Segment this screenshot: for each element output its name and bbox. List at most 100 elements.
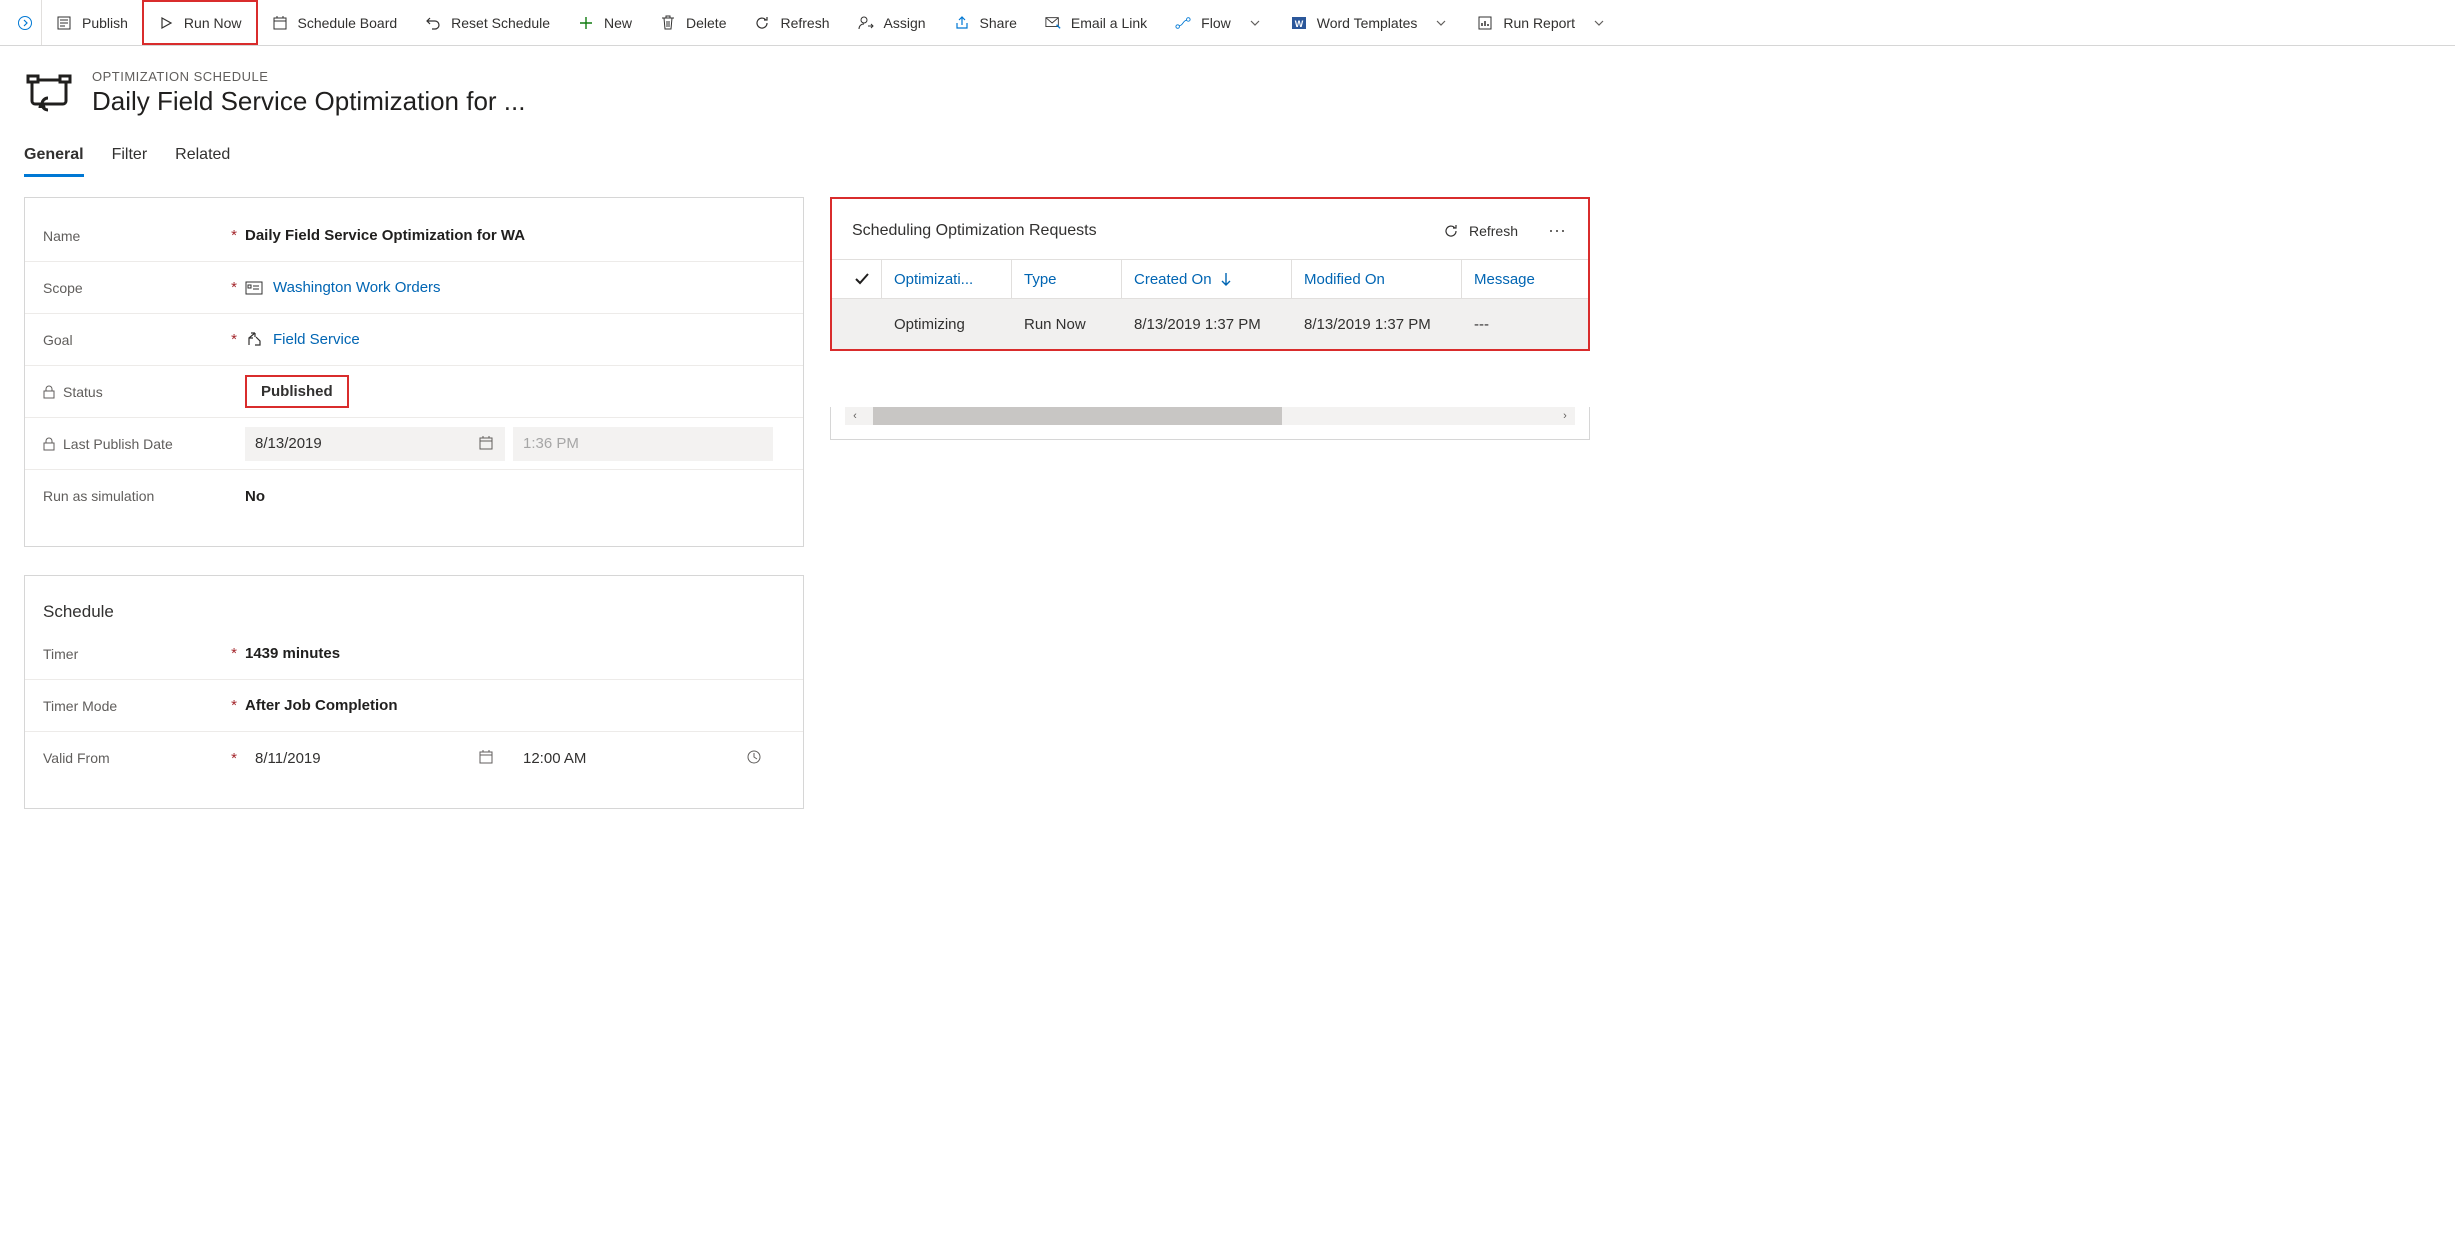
field-goal: Goal * Field Service bbox=[25, 314, 803, 366]
subgrid-header-row: Optimizati... Type Created On Modified O… bbox=[832, 259, 1588, 299]
publish-button[interactable]: Publish bbox=[42, 0, 142, 45]
lock-icon bbox=[43, 437, 57, 451]
chevron-down-icon bbox=[1591, 15, 1607, 31]
publish-label: Publish bbox=[82, 15, 128, 31]
col-optimization[interactable]: Optimizati... bbox=[882, 260, 1012, 298]
publish-icon bbox=[56, 15, 72, 31]
tab-general[interactable]: General bbox=[24, 146, 84, 177]
field-timer-mode-value[interactable]: After Job Completion bbox=[245, 697, 785, 714]
scroll-left-arrow[interactable]: ‹ bbox=[845, 407, 865, 425]
field-timer-value[interactable]: 1439 minutes bbox=[245, 645, 785, 662]
valid-from-time-input[interactable]: 12:00 AM bbox=[513, 741, 773, 775]
field-run-sim-value[interactable]: No bbox=[245, 488, 785, 505]
assign-button[interactable]: Assign bbox=[844, 0, 940, 45]
email-icon bbox=[1045, 15, 1061, 31]
chevron-down-icon bbox=[1433, 15, 1449, 31]
command-bar: Publish Run Now Schedule Board Reset Sch… bbox=[0, 0, 2455, 46]
col-created-on[interactable]: Created On bbox=[1122, 260, 1292, 298]
share-icon bbox=[954, 15, 970, 31]
field-name: Name * Daily Field Service Optimization … bbox=[25, 210, 803, 262]
subgrid-refresh-button[interactable]: Refresh bbox=[1437, 219, 1524, 243]
clock-icon bbox=[747, 750, 763, 766]
subgrid-row[interactable]: Optimizing Run Now 8/13/2019 1:37 PM 8/1… bbox=[832, 299, 1588, 349]
col-message[interactable]: Message bbox=[1462, 260, 1552, 298]
run-now-button[interactable]: Run Now bbox=[142, 0, 258, 45]
word-templates-button[interactable]: W Word Templates bbox=[1277, 0, 1464, 45]
field-timer-mode-label: Timer Mode bbox=[43, 698, 223, 714]
field-scope-label: Scope bbox=[43, 280, 223, 296]
last-publish-time-input[interactable]: 1:36 PM bbox=[513, 427, 773, 461]
field-last-publish-label: Last Publish Date bbox=[43, 436, 223, 452]
delete-button[interactable]: Delete bbox=[646, 0, 740, 45]
play-icon bbox=[158, 15, 174, 31]
share-button[interactable]: Share bbox=[940, 0, 1031, 45]
schedule-section-title: Schedule bbox=[25, 592, 803, 628]
run-now-label: Run Now bbox=[184, 15, 242, 31]
word-icon: W bbox=[1291, 15, 1307, 31]
field-status-label: Status bbox=[43, 384, 223, 400]
goal-link[interactable]: Field Service bbox=[273, 331, 360, 348]
scope-link[interactable]: Washington Work Orders bbox=[273, 279, 441, 296]
field-name-value[interactable]: Daily Field Service Optimization for WA bbox=[245, 227, 785, 244]
svg-text:W: W bbox=[1294, 19, 1303, 29]
field-run-as-simulation: Run as simulation No bbox=[25, 470, 803, 522]
run-report-label: Run Report bbox=[1503, 15, 1575, 31]
cell-created-on: 8/13/2019 1:37 PM bbox=[1122, 316, 1292, 333]
flow-button[interactable]: Flow bbox=[1161, 0, 1277, 45]
field-last-publish-date: Last Publish Date 8/13/2019 1:36 PM bbox=[25, 418, 803, 470]
col-type[interactable]: Type bbox=[1012, 260, 1122, 298]
lookup-entity-icon bbox=[245, 279, 263, 297]
refresh-icon bbox=[1443, 223, 1459, 239]
tab-filter[interactable]: Filter bbox=[112, 146, 148, 177]
calendar-icon bbox=[479, 750, 495, 766]
field-valid-from-label: Valid From bbox=[43, 750, 223, 766]
scroll-thumb[interactable] bbox=[873, 407, 1282, 425]
tab-related[interactable]: Related bbox=[175, 146, 230, 177]
general-section: Name * Daily Field Service Optimization … bbox=[24, 197, 804, 547]
delete-label: Delete bbox=[686, 15, 726, 31]
entity-name: OPTIMIZATION SCHEDULE bbox=[92, 69, 525, 84]
field-status-value: Published bbox=[245, 375, 785, 408]
horizontal-scrollbar[interactable]: ‹ › bbox=[845, 407, 1575, 425]
new-button[interactable]: New bbox=[564, 0, 646, 45]
email-link-label: Email a Link bbox=[1071, 15, 1147, 31]
field-timer-mode: Timer Mode * After Job Completion bbox=[25, 680, 803, 732]
email-link-button[interactable]: Email a Link bbox=[1031, 0, 1161, 45]
select-all-checkbox[interactable] bbox=[842, 260, 882, 298]
last-publish-date-input[interactable]: 8/13/2019 bbox=[245, 427, 505, 461]
cell-modified-on: 8/13/2019 1:37 PM bbox=[1292, 316, 1462, 333]
required-indicator: * bbox=[223, 697, 245, 714]
valid-from-date-input[interactable]: 8/11/2019 bbox=[245, 741, 505, 775]
scroll-right-arrow[interactable]: › bbox=[1555, 407, 1575, 425]
lookup-arrow-icon bbox=[245, 331, 263, 349]
field-goal-value[interactable]: Field Service bbox=[245, 331, 785, 349]
field-timer: Timer * 1439 minutes bbox=[25, 628, 803, 680]
required-indicator: * bbox=[223, 645, 245, 662]
required-indicator: * bbox=[223, 227, 245, 244]
reset-schedule-button[interactable]: Reset Schedule bbox=[411, 0, 564, 45]
col-modified-on[interactable]: Modified On bbox=[1292, 260, 1462, 298]
schedule-board-label: Schedule Board bbox=[298, 15, 398, 31]
form-body: Name * Daily Field Service Optimization … bbox=[0, 177, 2455, 839]
record-title: Daily Field Service Optimization for ... bbox=[92, 86, 525, 117]
run-report-button[interactable]: Run Report bbox=[1463, 0, 1621, 45]
share-label: Share bbox=[980, 15, 1017, 31]
field-status: Status Published bbox=[25, 366, 803, 418]
calendar-board-icon bbox=[272, 15, 288, 31]
plus-icon bbox=[578, 15, 594, 31]
assign-label: Assign bbox=[884, 15, 926, 31]
refresh-button[interactable]: Refresh bbox=[740, 0, 843, 45]
field-name-label: Name bbox=[43, 228, 223, 244]
refresh-icon bbox=[754, 15, 770, 31]
expand-commands-button[interactable] bbox=[8, 0, 42, 45]
cell-message: --- bbox=[1462, 316, 1552, 333]
form-tabs: General Filter Related bbox=[0, 124, 2455, 177]
schedule-board-button[interactable]: Schedule Board bbox=[258, 0, 412, 45]
field-scope-value[interactable]: Washington Work Orders bbox=[245, 279, 785, 297]
chevron-right-circle-icon bbox=[17, 15, 33, 31]
subgrid-table: Optimizati... Type Created On Modified O… bbox=[832, 259, 1588, 349]
subgrid-highlight: Scheduling Optimization Requests Refresh… bbox=[830, 197, 1590, 351]
cell-optimization: Optimizing bbox=[882, 316, 1012, 333]
word-templates-label: Word Templates bbox=[1317, 15, 1418, 31]
subgrid-more-button[interactable]: ⋯ bbox=[1544, 221, 1572, 242]
